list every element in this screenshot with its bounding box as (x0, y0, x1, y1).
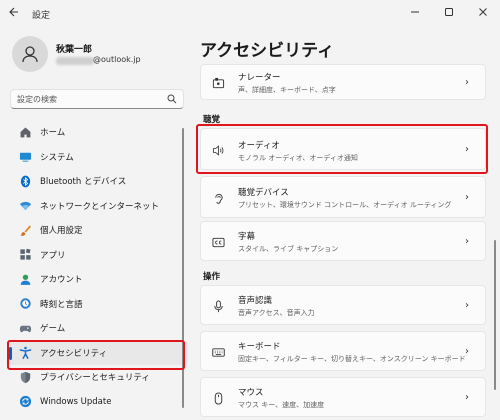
sidebar-item-label: 時刻と言語 (40, 299, 83, 310)
card-speech[interactable]: 音声認識 音声アクセス、音声入力 › (200, 285, 486, 325)
card-subtitle: 音声アクセス、音声入力 (238, 309, 315, 317)
card-narrator[interactable]: ナレーター 声、詳細度、キーボード、点字 › (200, 64, 486, 100)
hearing-icon (211, 191, 225, 205)
sidebar-item-windows-update[interactable]: Windows Update (8, 390, 188, 415)
card-subtitle: スタイル、ライブ キャプション (238, 245, 339, 253)
close-button[interactable] (466, 0, 500, 24)
window-controls (398, 0, 500, 28)
chevron-right-icon: › (465, 236, 469, 247)
card-subtitle: 固定キー、フィルター キー、切り替えキー、オンスクリーン キーボード (238, 355, 466, 363)
app-title: 設定 (32, 11, 51, 21)
sidebar-item-label: ネットワークとインターネット (40, 201, 160, 212)
mouse-icon (211, 391, 225, 405)
card-subtitle: マウス キー、速度、加速度 (238, 401, 325, 409)
avatar[interactable] (12, 36, 48, 72)
sidebar-item-network[interactable]: ネットワークとインターネット (8, 194, 188, 219)
maximize-button[interactable] (432, 0, 466, 24)
search-box[interactable] (10, 89, 184, 109)
search-input[interactable] (17, 93, 167, 106)
sidebar-item-label: Bluetooth とデバイス (40, 177, 127, 188)
shield-icon (18, 370, 32, 384)
card-title: キーボード (238, 342, 281, 352)
card-keyboard[interactable]: キーボード 固定キー、フィルター キー、切り替えキー、オンスクリーン キーボード… (200, 331, 486, 371)
sidebar-item-bluetooth[interactable]: Bluetooth とデバイス (8, 169, 188, 194)
account-icon (18, 272, 32, 286)
card-title: 字幕 (238, 232, 256, 242)
windows-update-icon (18, 395, 32, 409)
annotation-highlight-sidebar (7, 340, 185, 370)
keyboard-icon (211, 345, 225, 359)
sidebar-item-apps[interactable]: アプリ (8, 243, 188, 268)
card-captions[interactable]: 字幕 スタイル、ライブ キャプション › (200, 221, 486, 261)
narrator-icon (211, 76, 225, 90)
sidebar-item-label: Windows Update (40, 396, 112, 407)
globe-clock-icon (18, 297, 32, 311)
sidebar-item-home[interactable]: ホーム (8, 120, 188, 145)
annotation-highlight-audio (196, 124, 488, 174)
sidebar-item-label: ホーム (40, 128, 66, 139)
section-label-interaction: 操作 (203, 272, 221, 282)
card-subtitle: 声、詳細度、キーボード、点字 (238, 86, 336, 94)
sidebar-item-label: プライバシーとセキュリティ (40, 373, 150, 384)
card-subtitle: プリセット、環境サウンド コントロール、オーディオ ルーティング (238, 201, 452, 209)
chevron-right-icon: › (465, 300, 469, 311)
search-icon (167, 94, 177, 104)
maximize-icon (445, 8, 453, 16)
brush-icon (18, 223, 32, 237)
card-hearing-devices[interactable]: 聴覚デバイス プリセット、環境サウンド コントロール、オーディオ ルーティング … (200, 176, 486, 218)
chevron-right-icon: › (465, 77, 469, 88)
sidebar-item-label: ゲーム (40, 324, 66, 335)
gamepad-icon (18, 321, 32, 335)
card-mouse[interactable]: マウス マウス キー、速度、加速度 › (200, 377, 486, 417)
sidebar-item-gaming[interactable]: ゲーム (8, 316, 188, 341)
system-icon (18, 150, 32, 164)
card-title: ナレーター (238, 73, 281, 83)
sidebar-item-label: アプリ (40, 250, 66, 261)
card-title: 聴覚デバイス (238, 188, 289, 198)
email-redacted (56, 57, 94, 65)
captions-icon (211, 235, 225, 249)
sidebar-item-accounts[interactable]: アカウント (8, 267, 188, 292)
user-email: @outlook.jp (93, 55, 141, 64)
chevron-right-icon: › (465, 192, 469, 203)
sidebar-item-time-language[interactable]: 時刻と言語 (8, 292, 188, 317)
title-bar: 設定 (0, 0, 500, 28)
sidebar-item-system[interactable]: システム (8, 145, 188, 170)
home-icon (18, 125, 32, 139)
back-button[interactable] (8, 6, 24, 22)
bluetooth-icon (18, 174, 32, 188)
sidebar-item-personalization[interactable]: 個人用設定 (8, 218, 188, 243)
page-title: アクセシビリティ (200, 41, 335, 61)
chevron-right-icon: › (465, 346, 469, 357)
close-icon (479, 8, 487, 16)
sidebar-item-label: システム (40, 152, 74, 163)
minimize-icon (411, 11, 419, 13)
wifi-icon (18, 199, 32, 213)
apps-icon (18, 248, 32, 262)
card-title: 音声認識 (238, 296, 273, 306)
user-name: 秋葉一郎 (56, 45, 93, 55)
user-icon (22, 46, 38, 63)
chevron-right-icon: › (465, 392, 469, 403)
card-title: マウス (238, 388, 264, 398)
microphone-icon (211, 299, 225, 313)
main-scrollbar[interactable] (494, 240, 496, 390)
sidebar-item-label: 個人用設定 (40, 226, 83, 237)
sidebar-item-label: アカウント (40, 275, 83, 286)
back-arrow-icon (9, 7, 18, 17)
minimize-button[interactable] (398, 0, 432, 24)
